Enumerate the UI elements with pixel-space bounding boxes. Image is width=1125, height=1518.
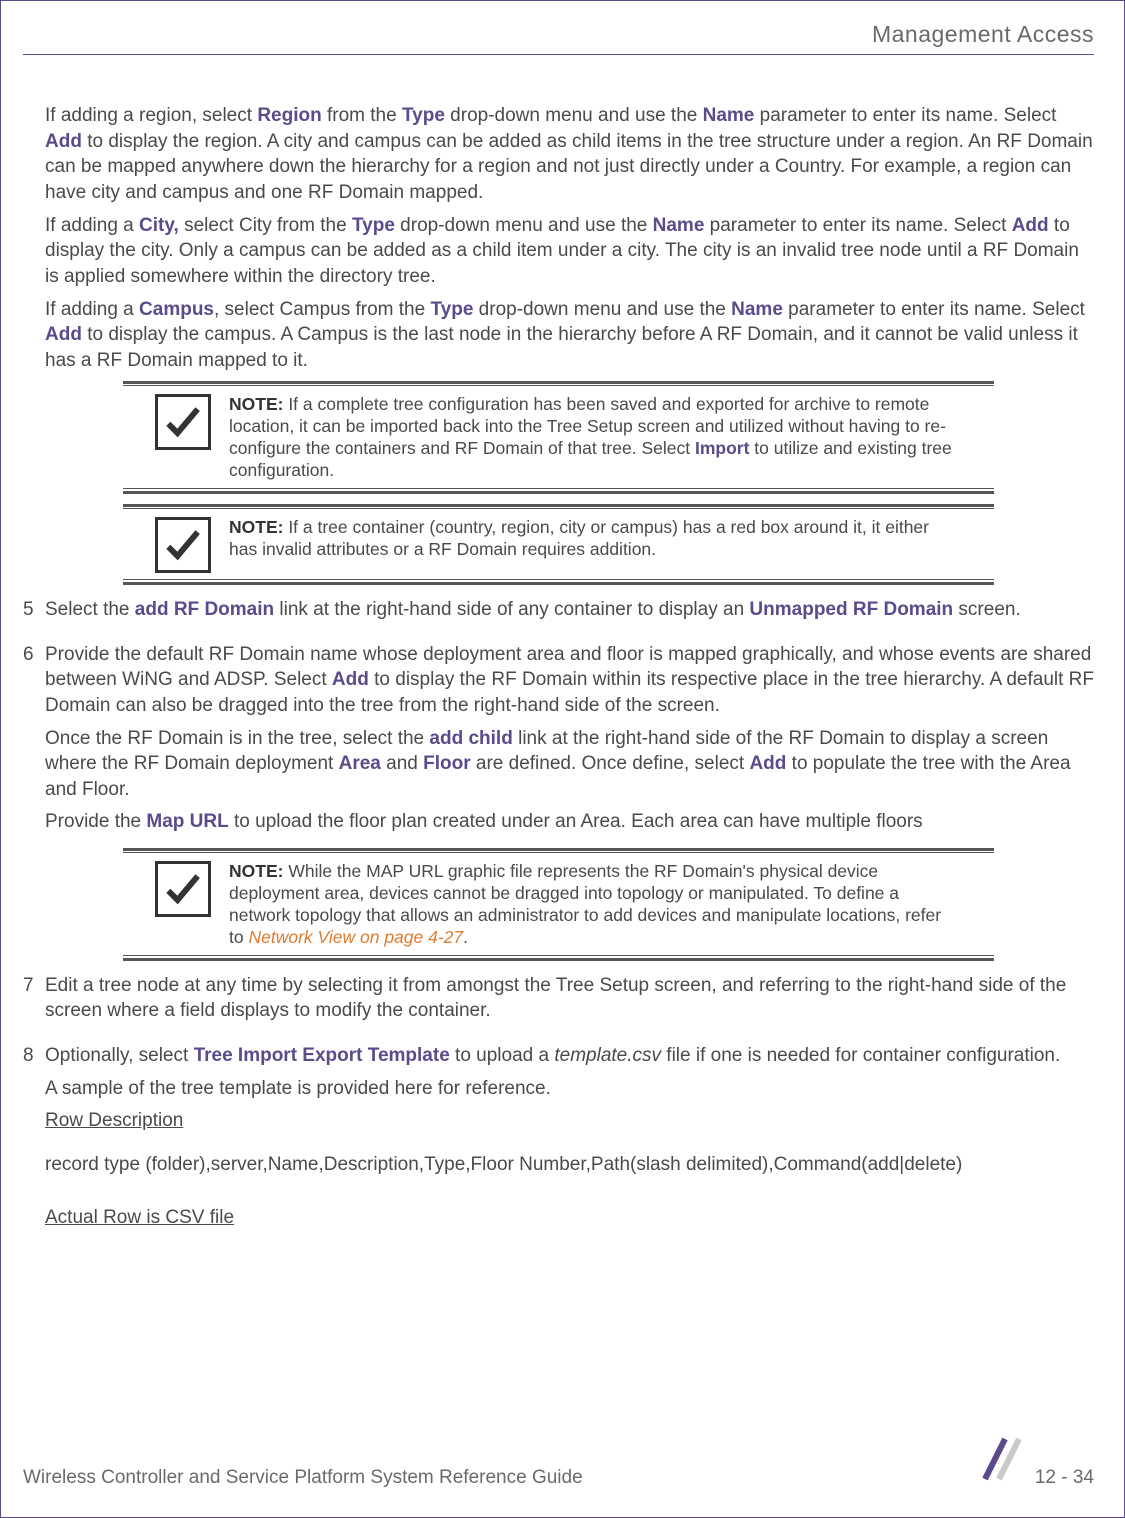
page-footer: Wireless Controller and Service Platform… (23, 1435, 1094, 1491)
step-5: 5 Select the add RF Domain link at the r… (23, 597, 1094, 630)
checkmark-icon (155, 517, 211, 573)
note-rule (123, 381, 994, 384)
note-rule (123, 504, 994, 507)
term-tree-import-export: Tree Import Export Template (194, 1045, 450, 1066)
intro-block: If adding a region, select Region from t… (23, 103, 1094, 373)
note-rule (123, 852, 994, 853)
step-body: Provide the default RF Domain name whose… (45, 642, 1094, 842)
note-text-3: NOTE: While the MAP URL graphic file rep… (229, 861, 994, 949)
note-rule (123, 848, 994, 851)
header-rule (23, 54, 1094, 55)
term-type-3: Type (430, 299, 473, 320)
term-city: City, (139, 215, 179, 236)
term-import: Import (695, 438, 749, 458)
step-8: 8 Optionally, select Tree Import Export … (23, 1043, 1094, 1238)
term-add-2: Add (1012, 215, 1049, 236)
step-number: 6 (23, 642, 45, 842)
cross-reference-link[interactable]: Network View on page 4-27 (248, 927, 463, 947)
row-description-heading: Row Description (45, 1110, 183, 1131)
note-box-1: NOTE: If a complete tree configuration h… (123, 381, 994, 494)
document-page: Management Access If adding a region, se… (0, 0, 1125, 1518)
brand-slash-icon (977, 1435, 1025, 1491)
paragraph-region: If adding a region, select Region from t… (45, 103, 1094, 206)
section-header: Management Access (23, 19, 1094, 50)
checkmark-icon (155, 394, 211, 450)
checkmark-icon (155, 861, 211, 917)
page-number: 12 - 34 (1035, 1465, 1094, 1491)
term-type-2: Type (352, 215, 395, 236)
step-7: 7 Edit a tree node at any time by select… (23, 973, 1094, 1031)
step-number: 5 (23, 597, 45, 630)
term-map-url: Map URL (146, 811, 228, 832)
term-add-rf-domain: add RF Domain (135, 599, 274, 620)
term-area: Area (339, 753, 381, 774)
note-rule (123, 579, 994, 580)
note-box-2: NOTE: If a tree container (country, regi… (123, 504, 994, 585)
actual-row-heading: Actual Row is CSV file (45, 1207, 234, 1228)
note-text-2: NOTE: If a tree container (country, regi… (229, 517, 994, 561)
step-body: Edit a tree node at any time by selectin… (45, 973, 1094, 1031)
term-add-1: Add (45, 131, 82, 152)
step-number: 8 (23, 1043, 45, 1238)
term-add-5: Add (749, 753, 786, 774)
note-rule (123, 582, 994, 585)
term-floor: Floor (423, 753, 471, 774)
step-body: Select the add RF Domain link at the rig… (45, 597, 1094, 630)
main-content: If adding a region, select Region from t… (23, 103, 1094, 1238)
note-rule (123, 958, 994, 961)
footer-guide-title: Wireless Controller and Service Platform… (23, 1465, 583, 1491)
note-box-3: NOTE: While the MAP URL graphic file rep… (123, 848, 994, 961)
filename: template.csv (554, 1045, 661, 1066)
step-6: 6 Provide the default RF Domain name who… (23, 642, 1094, 842)
note-rule (123, 385, 994, 386)
term-add-child: add child (429, 728, 512, 749)
note-rule (123, 508, 994, 509)
paragraph-campus: If adding a Campus, select Campus from t… (45, 297, 1094, 374)
term-name-3: Name (731, 299, 783, 320)
step-body: Optionally, select Tree Import Export Te… (45, 1043, 1094, 1238)
note-rule (123, 491, 994, 494)
term-add-3: Add (45, 324, 82, 345)
term-unmapped-rf-domain: Unmapped RF Domain (749, 599, 953, 620)
paragraph-city: If adding a City, select City from the T… (45, 213, 1094, 290)
term-name-1: Name (703, 105, 755, 126)
note-text-1: NOTE: If a complete tree configuration h… (229, 394, 994, 482)
note-rule (123, 488, 994, 489)
term-campus: Campus (139, 299, 214, 320)
record-type-line: record type (folder),server,Name,Descrip… (45, 1152, 1094, 1178)
term-region: Region (257, 105, 321, 126)
term-add-4: Add (332, 669, 369, 690)
step-number: 7 (23, 973, 45, 1031)
term-name-2: Name (653, 215, 705, 236)
term-type-1: Type (402, 105, 445, 126)
note-rule (123, 955, 994, 956)
